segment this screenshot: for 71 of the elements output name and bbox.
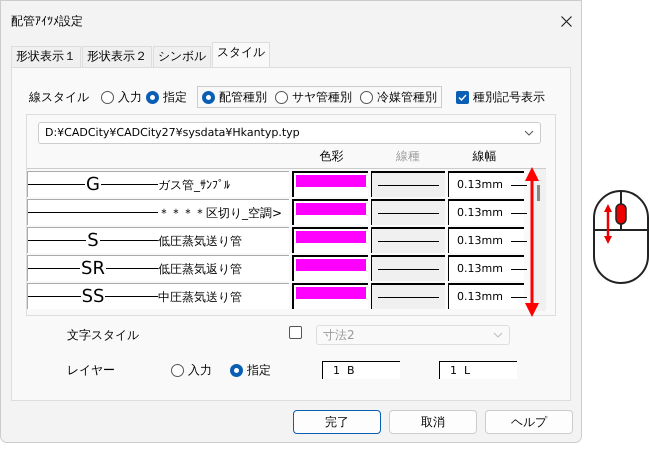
line-sample bbox=[378, 240, 439, 242]
dialog-button[interactable]: ヘルプ bbox=[485, 410, 573, 434]
text-style-label: 文字スタイル bbox=[67, 327, 140, 344]
line-width-text: 0.13mm bbox=[457, 232, 503, 249]
pipe-name: 中圧蒸気送り管 bbox=[158, 288, 242, 306]
color-cell[interactable] bbox=[292, 199, 368, 225]
line-sample bbox=[510, 184, 527, 186]
column-header: 線種 bbox=[395, 148, 421, 165]
line-sample bbox=[510, 268, 527, 270]
pipe-name: 低圧蒸気送り管 bbox=[158, 232, 242, 250]
line-width-cell[interactable]: 0.13mm bbox=[448, 171, 524, 197]
line-sample bbox=[510, 212, 527, 214]
tab[interactable]: 形状表示１ bbox=[11, 46, 81, 67]
pipe-symbol: SS bbox=[80, 288, 106, 306]
radio-option[interactable]: 指定 bbox=[146, 88, 187, 106]
line-sample bbox=[510, 240, 527, 242]
tab[interactable]: シンボル bbox=[153, 46, 211, 67]
checkbox[interactable] bbox=[456, 90, 469, 104]
line-sample bbox=[378, 296, 439, 298]
pipe-symbol: SR bbox=[80, 260, 106, 278]
chevron-icon bbox=[524, 130, 534, 136]
line-type-cell[interactable] bbox=[371, 283, 445, 309]
line-width-text: 0.13mm bbox=[457, 176, 503, 193]
color-cell[interactable] bbox=[292, 255, 368, 281]
input-field[interactable]: 1 B bbox=[322, 361, 400, 379]
radio-option[interactable]: 冷媒管種別 bbox=[360, 88, 437, 106]
line-type-cell[interactable] bbox=[371, 255, 445, 281]
scrollbar-thumb[interactable] bbox=[537, 185, 540, 201]
line-width-cell[interactable]: 0.13mm bbox=[448, 283, 524, 309]
radio-option[interactable]: サヤ管種別 bbox=[275, 88, 352, 106]
checkbox-label: 種別記号表示 bbox=[473, 89, 545, 106]
pipe-symbol: G bbox=[85, 176, 101, 194]
radio-option[interactable]: 指定 bbox=[230, 361, 271, 379]
line-width-text: 0.13mm bbox=[457, 204, 503, 221]
color-cell[interactable] bbox=[292, 227, 368, 253]
check-icon bbox=[458, 94, 467, 100]
pipe-name: 低圧蒸気返り管 bbox=[158, 260, 242, 278]
line-type-cell[interactable] bbox=[371, 199, 445, 225]
column-header: 色彩 bbox=[318, 148, 344, 165]
line-style-label: 線スタイル bbox=[29, 89, 89, 106]
radio-option[interactable]: 入力 bbox=[101, 88, 142, 106]
color-cell[interactable] bbox=[292, 171, 368, 197]
line-width-text: 0.13mm bbox=[457, 260, 503, 277]
column-header: 線幅 bbox=[472, 148, 498, 165]
chevron-icon bbox=[493, 332, 503, 338]
line-type-cell[interactable] bbox=[371, 171, 445, 197]
radio-option[interactable]: 配管種別 bbox=[202, 88, 267, 106]
line-width-text: 0.13mm bbox=[457, 288, 503, 305]
close-icon[interactable] bbox=[561, 16, 572, 26]
line-type-cell[interactable] bbox=[371, 227, 445, 253]
radio-option[interactable]: 入力 bbox=[171, 361, 212, 379]
dialog-button[interactable]: 完了 bbox=[293, 410, 381, 434]
line-sample bbox=[378, 184, 439, 186]
pipe-name: ガス管_ｻﾝﾌﾟﾙ bbox=[158, 176, 230, 194]
tab[interactable]: 形状表示２ bbox=[82, 46, 152, 67]
layer-label: レイヤー bbox=[67, 362, 116, 379]
pipe-symbol: S bbox=[86, 232, 100, 250]
file-path-dropdown[interactable]: D:¥CADCity¥CADCity27¥sysdata¥Hkantyp.typ bbox=[38, 122, 541, 144]
dialog-button[interactable]: 取消 bbox=[389, 410, 477, 434]
color-cell[interactable] bbox=[292, 283, 368, 309]
tab[interactable]: スタイル bbox=[212, 42, 270, 67]
line-width-cell[interactable]: 0.13mm bbox=[448, 199, 524, 225]
line-sample bbox=[378, 212, 439, 214]
line-width-cell[interactable]: 0.13mm bbox=[448, 227, 524, 253]
line-width-cell[interactable]: 0.13mm bbox=[448, 255, 524, 281]
window-title: 配管ｱｲﾂﾒ設定 bbox=[11, 13, 83, 30]
input-field[interactable]: 1 L bbox=[439, 361, 517, 379]
line-sample bbox=[378, 268, 439, 270]
line-sample bbox=[510, 296, 527, 298]
double-arrow-icon bbox=[525, 167, 539, 317]
pipe-name: ＊＊＊＊区切り_空調> bbox=[158, 204, 282, 222]
